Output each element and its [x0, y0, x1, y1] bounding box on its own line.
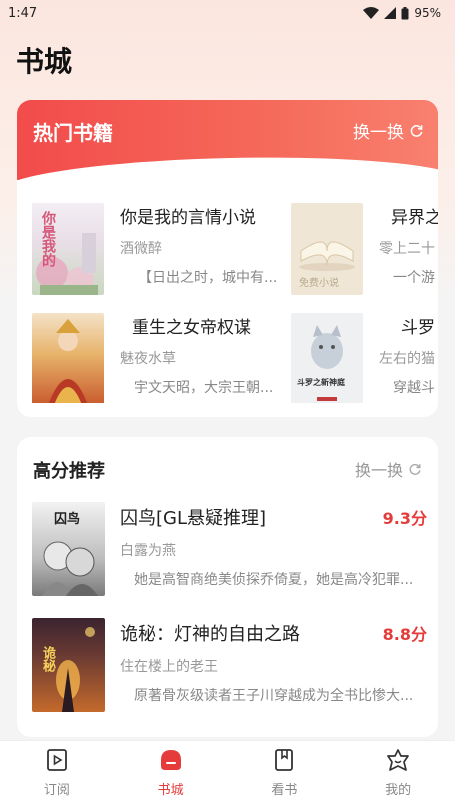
- book-title: 你是我的言情小说: [120, 208, 256, 228]
- hot-book-item[interactable]: 斗罗之新神庭 斗罗 左右的猫 穿越斗: [291, 313, 438, 403]
- book-author: 零上二十: [379, 241, 435, 257]
- hot-books-grid: 你是我的 你是我的言情小说 酒微醉 【日出之时，城中有... 免费小说 异界之 …: [32, 203, 438, 403]
- book-cover: 斗罗之新神庭: [291, 313, 363, 403]
- score-refresh-button[interactable]: 换一换: [355, 457, 422, 481]
- score-value: 9.3分: [382, 509, 427, 528]
- book-desc: 【日出之时，城中有...: [138, 270, 278, 286]
- book-title: 重生之女帝权谋: [132, 318, 251, 338]
- book-author: 魅夜水草: [120, 351, 176, 367]
- refresh-icon: [409, 463, 421, 475]
- refresh-label: 换一换: [353, 123, 404, 143]
- book-author: 酒微醉: [120, 241, 162, 257]
- book-cover: 免费小说: [291, 203, 363, 295]
- hot-book-item[interactable]: 你是我的 你是我的言情小说 酒微醉 【日出之时，城中有...: [32, 203, 292, 295]
- book-desc: 宇文天昭，大宗王朝...: [134, 380, 274, 396]
- nav-subscribe[interactable]: 订阅: [0, 741, 114, 809]
- read-icon: [271, 747, 297, 773]
- nav-label: 订阅: [43, 783, 70, 798]
- refresh-label: 换一换: [354, 461, 403, 480]
- score-book-item[interactable]: 诡秘 诡秘：灯神的自由之路 住在楼上的老王 原著骨灰级读者王子川穿越成为全书比惨…: [32, 618, 427, 714]
- book-desc: 穿越斗: [393, 380, 435, 396]
- nav-label: 我的: [385, 783, 412, 798]
- subscribe-icon: [44, 747, 70, 773]
- book-cover: 诡秘: [32, 618, 105, 712]
- cover-title: 囚鸟: [54, 512, 81, 527]
- cover-title: 诡秘: [40, 646, 55, 672]
- cover-title: 你是我的: [40, 211, 56, 267]
- battery-icon: [401, 6, 409, 19]
- status-time: 1:47: [8, 5, 38, 21]
- book-desc: 原著骨灰级读者王子川穿越成为全书比惨大...: [134, 688, 414, 704]
- nav-label: 看书: [271, 783, 298, 798]
- nav-label: 书城: [157, 783, 184, 798]
- book-title: 异界之: [391, 208, 438, 228]
- nav-read[interactable]: 看书: [228, 741, 342, 809]
- hot-refresh-button[interactable]: 换一换: [353, 118, 424, 143]
- status-bar: 1:47 95%: [0, 0, 455, 26]
- hot-books-title: 热门书籍: [33, 121, 113, 145]
- cover-title: 斗罗之新神庭: [297, 378, 345, 387]
- battery-percent: 95%: [414, 6, 441, 20]
- bookstore-icon: [158, 747, 184, 773]
- hot-book-item[interactable]: 免费小说 异界之 零上二十 一个游: [291, 203, 438, 295]
- score-book-item[interactable]: 囚鸟 囚鸟[GL悬疑推理] 白露为燕 她是高智商绝美侦探乔倚夏，她是高冷犯罪..…: [32, 502, 427, 598]
- cover-art: [48, 319, 88, 403]
- score-value: 8.8分: [382, 625, 427, 644]
- cell-signal-icon: [384, 7, 397, 19]
- book-author: 白露为燕: [120, 543, 176, 559]
- wifi-icon: [363, 7, 380, 19]
- book-author: 左右的猫: [379, 351, 435, 367]
- high-score-title: 高分推荐: [33, 461, 105, 482]
- book-title: 斗罗: [401, 318, 435, 338]
- book-desc: 她是高智商绝美侦探乔倚夏，她是高冷犯罪...: [134, 572, 414, 588]
- cover-art: [311, 325, 343, 401]
- status-icons: 95%: [363, 6, 441, 20]
- nav-profile[interactable]: 我的: [341, 741, 455, 809]
- book-author: 住在楼上的老王: [120, 659, 218, 675]
- hot-book-item[interactable]: 重生之女帝权谋 魅夜水草 宇文天昭，大宗王朝...: [32, 313, 292, 403]
- book-cover: 囚鸟: [32, 502, 105, 596]
- hot-books-card: 热门书籍 换一换 你是我的 你是我的言情小说 酒微醉 【日出之时，城中有...: [17, 100, 438, 417]
- bottom-nav: 订阅 书城 看书 我的: [0, 740, 455, 809]
- profile-icon: [385, 747, 411, 773]
- book-title: 诡秘：灯神的自由之路: [120, 624, 300, 645]
- refresh-icon: [410, 125, 423, 137]
- high-score-card: 高分推荐 换一换 囚鸟 囚鸟[GL悬疑推理] 白露为燕 她是高智商绝美侦探乔倚夏…: [17, 437, 438, 737]
- book-cover: 你是我的: [32, 203, 104, 295]
- book-cover: [32, 313, 104, 403]
- nav-bookstore[interactable]: 书城: [114, 741, 228, 809]
- book-title: 囚鸟[GL悬疑推理]: [120, 508, 267, 529]
- book-desc: 一个游: [393, 270, 435, 286]
- cover-title: 免费小说: [299, 278, 339, 289]
- page-title: 书城: [16, 45, 73, 78]
